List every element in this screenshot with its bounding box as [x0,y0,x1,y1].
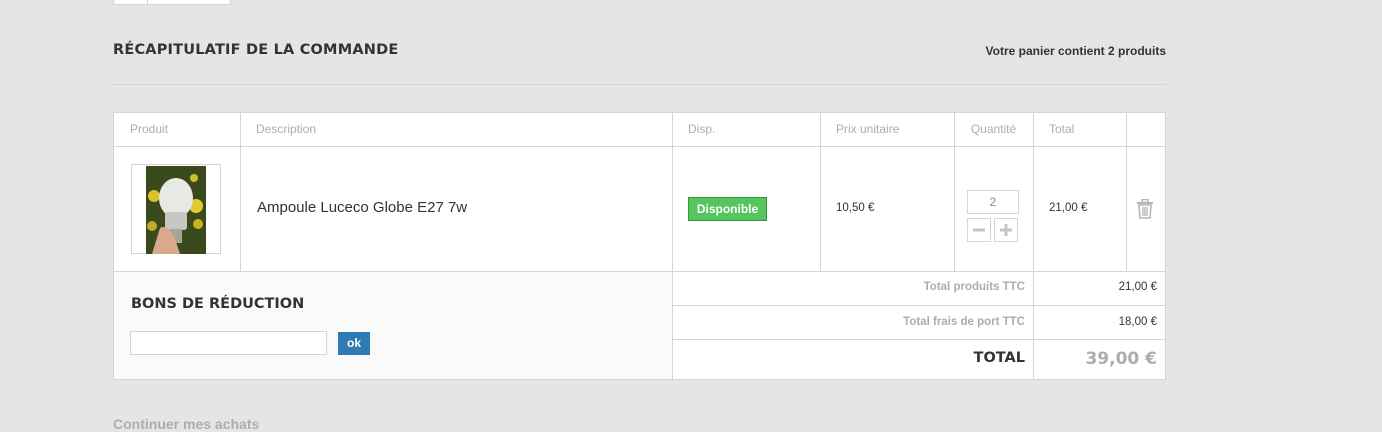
quantity-input[interactable]: 2 [967,190,1019,214]
vouchers-title: BONS DE RÉDUCTION [131,296,305,312]
minus-icon [973,228,985,232]
product-image [146,166,206,254]
trash-icon [1137,198,1153,219]
vouchers-panel [114,272,672,379]
unit-price: 10,50 € [836,202,875,214]
voucher-ok-button[interactable]: ok [338,332,370,355]
quantity-increase-button[interactable] [994,218,1018,242]
top-tabs-stub [113,0,231,6]
grand-total-label: TOTAL [973,350,1025,366]
column-header-total: Total [1049,122,1075,136]
delete-product-button[interactable] [1136,198,1154,224]
column-header-quantity: Quantité [970,122,1017,136]
total-products-label: Total produits TTC [923,281,1025,293]
product-thumbnail[interactable] [131,164,221,254]
column-header-availability: Disp. [688,122,716,136]
shipping-value: 18,00 € [1118,316,1157,328]
voucher-code-input[interactable] [130,331,327,355]
quantity-decrease-button[interactable] [967,218,991,242]
line-total: 21,00 € [1049,202,1088,214]
cart-count: Votre panier contient 2 produits [985,44,1166,58]
availability-badge: Disponible [688,197,767,221]
column-header-product: Produit [130,122,169,136]
column-header-unit-price: Prix unitaire [836,122,900,136]
page-title: RÉCAPITULATIF DE LA COMMANDE [113,42,399,58]
grand-total-value: 39,00 € [1085,349,1157,369]
plus-icon [1000,224,1012,236]
shipping-label: Total frais de port TTC [903,316,1025,328]
cart-summary-table: Produit Description Disp. Prix unitaire … [113,112,1166,380]
product-description[interactable]: Ampoule Luceco Globe E27 7w [257,199,467,216]
total-products-value: 21,00 € [1118,281,1157,293]
title-divider [113,84,1166,85]
column-header-description: Description [256,122,317,136]
